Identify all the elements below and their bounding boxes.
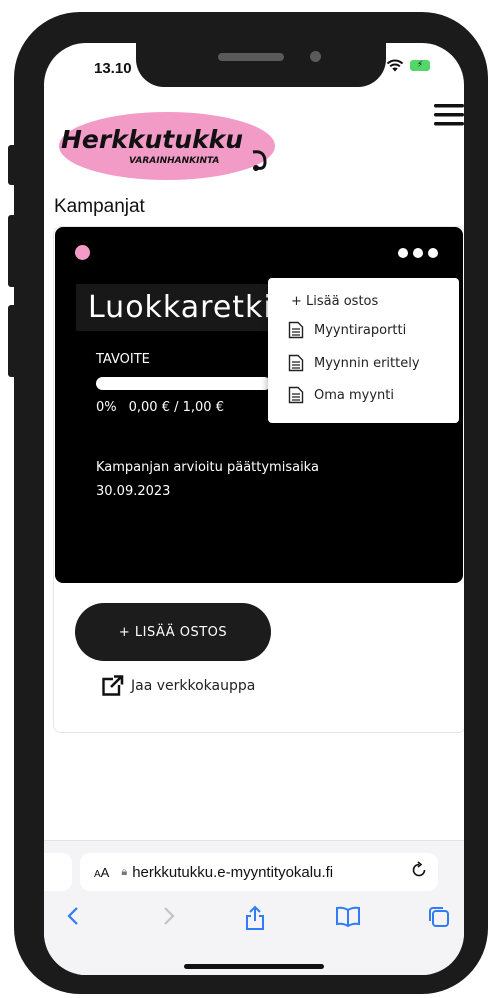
reload-icon[interactable]: [410, 861, 428, 879]
add-purchase-button[interactable]: + LISÄÄ OSTOS: [75, 603, 271, 661]
menu-item-label: Myynnin erittely: [314, 355, 420, 371]
hamburger-menu-icon[interactable]: [434, 103, 464, 127]
end-time-label: Kampanjan arvioitu päättymisaika: [96, 460, 319, 475]
logo-tagline: VARAINHANKINTA: [129, 156, 219, 166]
mute-switch: [8, 145, 18, 185]
goal-progress-bar: [96, 377, 271, 390]
battery-charging-icon: ⚡: [410, 60, 430, 71]
share-store-label: Jaa verkkokauppa: [131, 678, 256, 694]
document-icon: [288, 386, 304, 404]
status-time: 13.10: [94, 60, 132, 77]
progress-percent: 0%: [96, 400, 117, 415]
previous-tab-pill[interactable]: [44, 853, 72, 891]
address-bar[interactable]: AA 🔒︎ herkkutukku.e-myyntityokalu.fi: [80, 853, 438, 891]
lock-icon: 🔒︎: [121, 865, 128, 878]
menu-add-purchase[interactable]: + Lisää ostos: [291, 294, 378, 309]
browser-bottom-bar: AA 🔒︎ herkkutukku.e-myyntityokalu.fi: [44, 840, 464, 975]
progress-summary: 0% 0,00 € / 1,00 €: [96, 400, 224, 415]
home-indicator: [184, 964, 324, 969]
back-arrow-icon[interactable]: [66, 905, 80, 927]
tabs-icon[interactable]: [427, 905, 451, 929]
url-text: herkkutukku.e-myyntityokalu.fi: [132, 863, 334, 881]
document-icon: [288, 321, 304, 339]
forward-arrow-icon[interactable]: [162, 905, 176, 927]
menu-item-own-sales[interactable]: Oma myynti: [288, 386, 394, 404]
speaker: [218, 53, 284, 61]
external-link-icon: [102, 675, 124, 696]
wifi-icon: [386, 59, 404, 72]
front-camera: [310, 51, 321, 62]
page-title: Kampanjat: [54, 196, 145, 217]
text-size-button[interactable]: AA: [94, 865, 109, 880]
campaign-options-menu: + Lisää ostos Myyntiraportti Myynnin eri…: [268, 278, 459, 423]
menu-item-label: Myyntiraportti: [314, 322, 407, 338]
goal-label: TAVOITE: [96, 352, 150, 367]
progress-amounts: 0,00 € / 1,00 €: [128, 400, 224, 415]
logo-wordmark: Herkkutukku: [61, 125, 243, 154]
document-icon: [288, 354, 304, 372]
phone-screen: 13.10 ⚡ Herkkutukku VARAINHANKINTA Kampa…: [44, 43, 464, 975]
status-dot: [75, 245, 90, 260]
notch: [136, 43, 386, 87]
share-icon[interactable]: [244, 905, 266, 931]
herkkutukku-logo: Herkkutukku VARAINHANKINTA: [59, 112, 275, 180]
status-icons: ⚡: [386, 59, 430, 72]
campaign-title: Luokkaretki: [76, 284, 285, 331]
menu-item-sales-breakdown[interactable]: Myynnin erittely: [288, 354, 420, 372]
share-store-link[interactable]: Jaa verkkokauppa: [100, 675, 255, 697]
end-date: 30.09.2023: [96, 484, 171, 499]
menu-item-sales-report[interactable]: Myyntiraportti: [288, 321, 406, 339]
more-options-icon[interactable]: [398, 248, 438, 258]
menu-item-label: Oma myynti: [314, 387, 394, 403]
browser-toolbar: [44, 905, 464, 939]
bookmarks-icon[interactable]: [335, 905, 361, 927]
volume-down-button: [8, 305, 18, 377]
volume-up-button: [8, 215, 18, 287]
